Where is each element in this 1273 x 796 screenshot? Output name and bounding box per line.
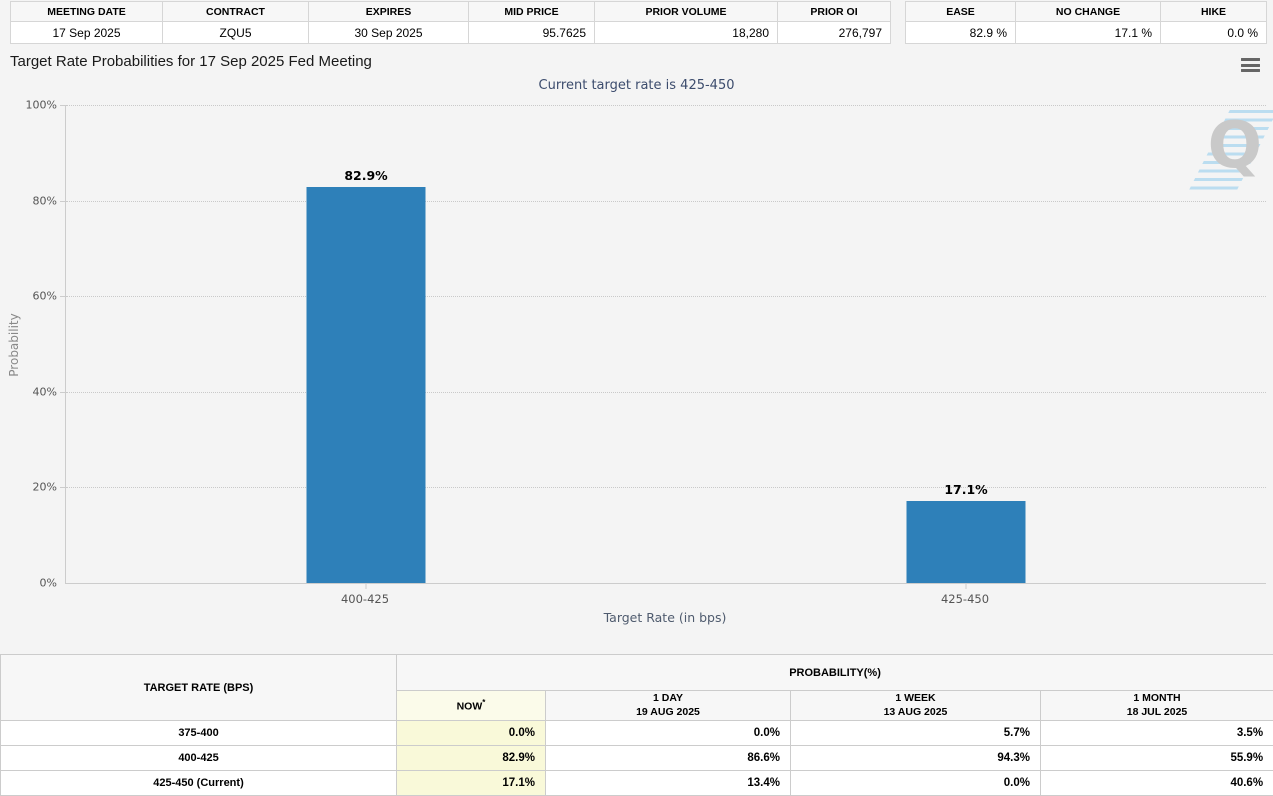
prior-oi-value: 276,797 — [778, 22, 891, 44]
one-day-probability-cell: 0.0% — [546, 721, 791, 746]
y-tick-mark — [60, 296, 66, 297]
bar-data-label: 82.9% — [344, 168, 387, 183]
bar-425-450[interactable]: 17.1% — [907, 501, 1026, 583]
hike-header: HIKE — [1161, 2, 1267, 22]
no-change-header: NO CHANGE — [1016, 2, 1161, 22]
meeting-date-value: 17 Sep 2025 — [11, 22, 163, 44]
col-header-line2: 18 JUL 2025 — [1042, 706, 1272, 720]
bar-data-label: 17.1% — [944, 482, 987, 497]
now-probability-cell: 0.0% — [397, 721, 546, 746]
one-month-probability-cell: 3.5% — [1041, 721, 1273, 746]
one-day-probability-cell: 86.6% — [546, 746, 791, 771]
chart-subtitle: Current target rate is 425-450 — [0, 78, 1273, 93]
col-header-line1: 1 WEEK — [792, 692, 1039, 706]
no-change-value: 17.1 % — [1016, 22, 1161, 44]
rate-range-cell: 425-450 (Current) — [1, 771, 397, 796]
prior-oi-header: PRIOR OI — [778, 2, 891, 22]
table-row: MEETING DATE CONTRACT EXPIRES MID PRICE … — [11, 2, 891, 22]
now-label: NOW — [457, 700, 483, 712]
col-header-line1: 1 DAY — [547, 692, 789, 706]
one-month-probability-cell: 40.6% — [1041, 771, 1273, 796]
prior-volume-header: PRIOR VOLUME — [595, 2, 778, 22]
gridline — [66, 296, 1266, 297]
y-tick-label: 100% — [26, 99, 57, 112]
rate-range-cell: 375-400 — [1, 721, 397, 746]
now-probability-cell: 17.1% — [397, 771, 546, 796]
y-tick-label: 60% — [33, 290, 57, 303]
target-rate-probability-chart: Target Rate Probabilities for 17 Sep 202… — [0, 48, 1273, 648]
table-row: 400-425 82.9% 86.6% 94.3% 55.9% — [1, 746, 1273, 771]
col-header-line1: 1 MONTH — [1042, 692, 1272, 706]
target-rate-bps-header: TARGET RATE (BPS) — [1, 655, 397, 721]
gridline — [66, 487, 1266, 488]
expires-header: EXPIRES — [309, 2, 469, 22]
expires-value: 30 Sep 2025 — [309, 22, 469, 44]
one-week-column-header: 1 WEEK 13 AUG 2025 — [791, 691, 1041, 721]
gridline — [66, 201, 1266, 202]
x-tick-mark — [966, 583, 967, 589]
one-month-column-header: 1 MONTH 18 JUL 2025 — [1041, 691, 1273, 721]
y-tick-mark — [60, 105, 66, 106]
hamburger-menu-icon[interactable] — [1241, 58, 1260, 75]
table-row: 425-450 (Current) 17.1% 13.4% 0.0% 40.6% — [1, 771, 1273, 796]
gridline — [66, 105, 1266, 106]
y-axis-labels: 100% 80% 60% 40% 20% 0% — [0, 105, 60, 583]
ease-value: 82.9 % — [906, 22, 1016, 44]
plot-area: 82.9% 17.1% — [65, 105, 1266, 584]
one-day-probability-cell: 13.4% — [546, 771, 791, 796]
y-tick-mark — [60, 487, 66, 488]
col-header-line2: 13 AUG 2025 — [792, 706, 1039, 720]
now-column-header: NOW* — [397, 691, 546, 721]
y-tick-mark — [60, 201, 66, 202]
table-row: 17 Sep 2025 ZQU5 30 Sep 2025 95.7625 18,… — [11, 22, 891, 44]
move-probability-table: EASE NO CHANGE HIKE 82.9 % 17.1 % 0.0 % — [905, 1, 1267, 44]
chart-title: Target Rate Probabilities for 17 Sep 202… — [10, 53, 372, 70]
one-month-probability-cell: 55.9% — [1041, 746, 1273, 771]
x-category-label: 400-425 — [341, 592, 389, 606]
x-category-label: 425-450 — [941, 592, 989, 606]
prior-volume-value: 18,280 — [595, 22, 778, 44]
table-row: TARGET RATE (BPS) PROBABILITY(%) — [1, 655, 1273, 691]
table-row: EASE NO CHANGE HIKE — [906, 2, 1267, 22]
one-week-probability-cell: 5.7% — [791, 721, 1041, 746]
mid-price-value: 95.7625 — [469, 22, 595, 44]
y-tick-mark — [60, 392, 66, 393]
y-tick-label: 0% — [40, 577, 57, 590]
contract-value: ZQU5 — [163, 22, 309, 44]
one-week-probability-cell: 0.0% — [791, 771, 1041, 796]
x-axis-title: Target Rate (in bps) — [65, 610, 1265, 625]
contract-header: CONTRACT — [163, 2, 309, 22]
mid-price-header: MID PRICE — [469, 2, 595, 22]
one-day-column-header: 1 DAY 19 AUG 2025 — [546, 691, 791, 721]
gridline — [66, 392, 1266, 393]
y-tick-label: 20% — [33, 481, 57, 494]
one-week-probability-cell: 94.3% — [791, 746, 1041, 771]
meeting-date-header: MEETING DATE — [11, 2, 163, 22]
contract-summary-table: MEETING DATE CONTRACT EXPIRES MID PRICE … — [10, 1, 891, 44]
table-row: 375-400 0.0% 0.0% 5.7% 3.5% — [1, 721, 1273, 746]
hike-value: 0.0 % — [1161, 22, 1267, 44]
now-asterisk: * — [482, 698, 485, 707]
col-header-line2: 19 AUG 2025 — [547, 706, 789, 720]
bar-400-425[interactable]: 82.9% — [307, 187, 426, 583]
y-tick-label: 40% — [33, 385, 57, 398]
probability-history-table: TARGET RATE (BPS) PROBABILITY(%) NOW* 1 … — [0, 654, 1273, 796]
rate-range-cell: 400-425 — [1, 746, 397, 771]
x-tick-mark — [366, 583, 367, 589]
probability-group-header: PROBABILITY(%) — [397, 655, 1273, 691]
now-probability-cell: 82.9% — [397, 746, 546, 771]
ease-header: EASE — [906, 2, 1016, 22]
y-tick-label: 80% — [33, 194, 57, 207]
table-row: 82.9 % 17.1 % 0.0 % — [906, 22, 1267, 44]
